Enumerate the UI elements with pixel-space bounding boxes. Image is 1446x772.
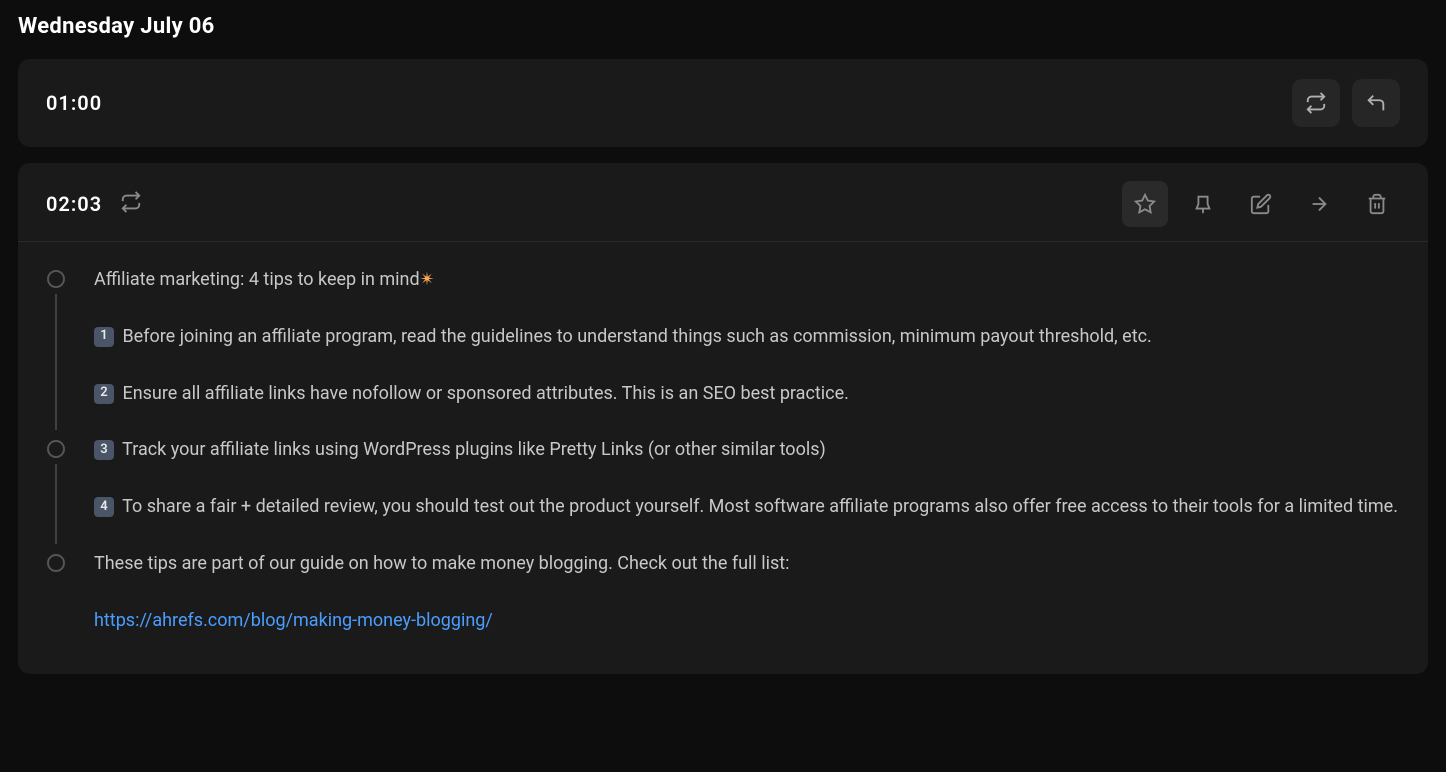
thread-marker <box>46 436 66 550</box>
trash-icon <box>1366 193 1388 215</box>
thread-line: 3 Track your affiliate links using WordP… <box>94 436 1400 465</box>
star-icon <box>1134 193 1156 215</box>
thread-line: These tips are part of our guide on how … <box>94 550 1400 579</box>
expanded-post-header: 02:03 <box>18 163 1428 242</box>
thread-line: https://ahrefs.com/blog/making-money-blo… <box>94 607 1400 636</box>
thread-body: Affiliate marketing: 4 tips to keep in m… <box>18 242 1428 674</box>
thread-content: Affiliate marketing: 4 tips to keep in m… <box>94 266 1400 436</box>
retweet-indicator-icon <box>120 191 142 217</box>
thread-item: These tips are part of our guide on how … <box>46 550 1400 664</box>
retweet-icon <box>1305 92 1327 114</box>
collapsed-post-actions <box>1292 79 1400 127</box>
thread-line: 4 To share a fair + detailed review, you… <box>94 493 1400 522</box>
number-badge: 1 <box>94 327 114 347</box>
thread-marker-circle[interactable] <box>47 270 65 288</box>
spark-icon: ✴ <box>420 269 435 290</box>
thread-marker-circle[interactable] <box>47 554 65 572</box>
number-badge: 3 <box>94 440 114 460</box>
thread-line: 2 Ensure all affiliate links have nofoll… <box>94 380 1400 409</box>
thread-item: 3 Track your affiliate links using WordP… <box>46 436 1400 550</box>
thread-line: 1 Before joining an affiliate program, r… <box>94 323 1400 352</box>
date-header: Wednesday July 06 <box>18 14 1428 39</box>
pin-icon <box>1192 193 1214 215</box>
link[interactable]: https://ahrefs.com/blog/making-money-blo… <box>94 610 493 631</box>
post-time: 02:03 <box>46 192 102 216</box>
thread-content: These tips are part of our guide on how … <box>94 550 1400 664</box>
favorite-button[interactable] <box>1122 181 1168 227</box>
thread-content: 3 Track your affiliate links using WordP… <box>94 436 1400 550</box>
edit-button[interactable] <box>1238 181 1284 227</box>
edit-icon <box>1250 193 1272 215</box>
delete-button[interactable] <box>1354 181 1400 227</box>
expanded-post-actions <box>1122 181 1400 227</box>
send-button[interactable] <box>1296 181 1342 227</box>
collapsed-post-card[interactable]: 01:00 <box>18 59 1428 147</box>
reply-button[interactable] <box>1352 79 1400 127</box>
expanded-post-card: 02:03 Affiliate marketing: 4 tips <box>18 163 1428 674</box>
reply-icon <box>1365 92 1387 114</box>
thread-line: Affiliate marketing: 4 tips to keep in m… <box>94 266 1400 295</box>
thread-connector-line <box>55 294 57 430</box>
number-badge: 2 <box>94 384 114 404</box>
arrow-right-icon <box>1308 193 1330 215</box>
thread-marker <box>46 550 66 664</box>
number-badge: 4 <box>94 497 114 517</box>
thread-item: Affiliate marketing: 4 tips to keep in m… <box>46 266 1400 436</box>
post-time: 01:00 <box>46 91 102 115</box>
retweet-button[interactable] <box>1292 79 1340 127</box>
thread-marker-circle[interactable] <box>47 440 65 458</box>
thread-connector-line <box>55 464 57 544</box>
pin-button[interactable] <box>1180 181 1226 227</box>
thread-marker <box>46 266 66 436</box>
